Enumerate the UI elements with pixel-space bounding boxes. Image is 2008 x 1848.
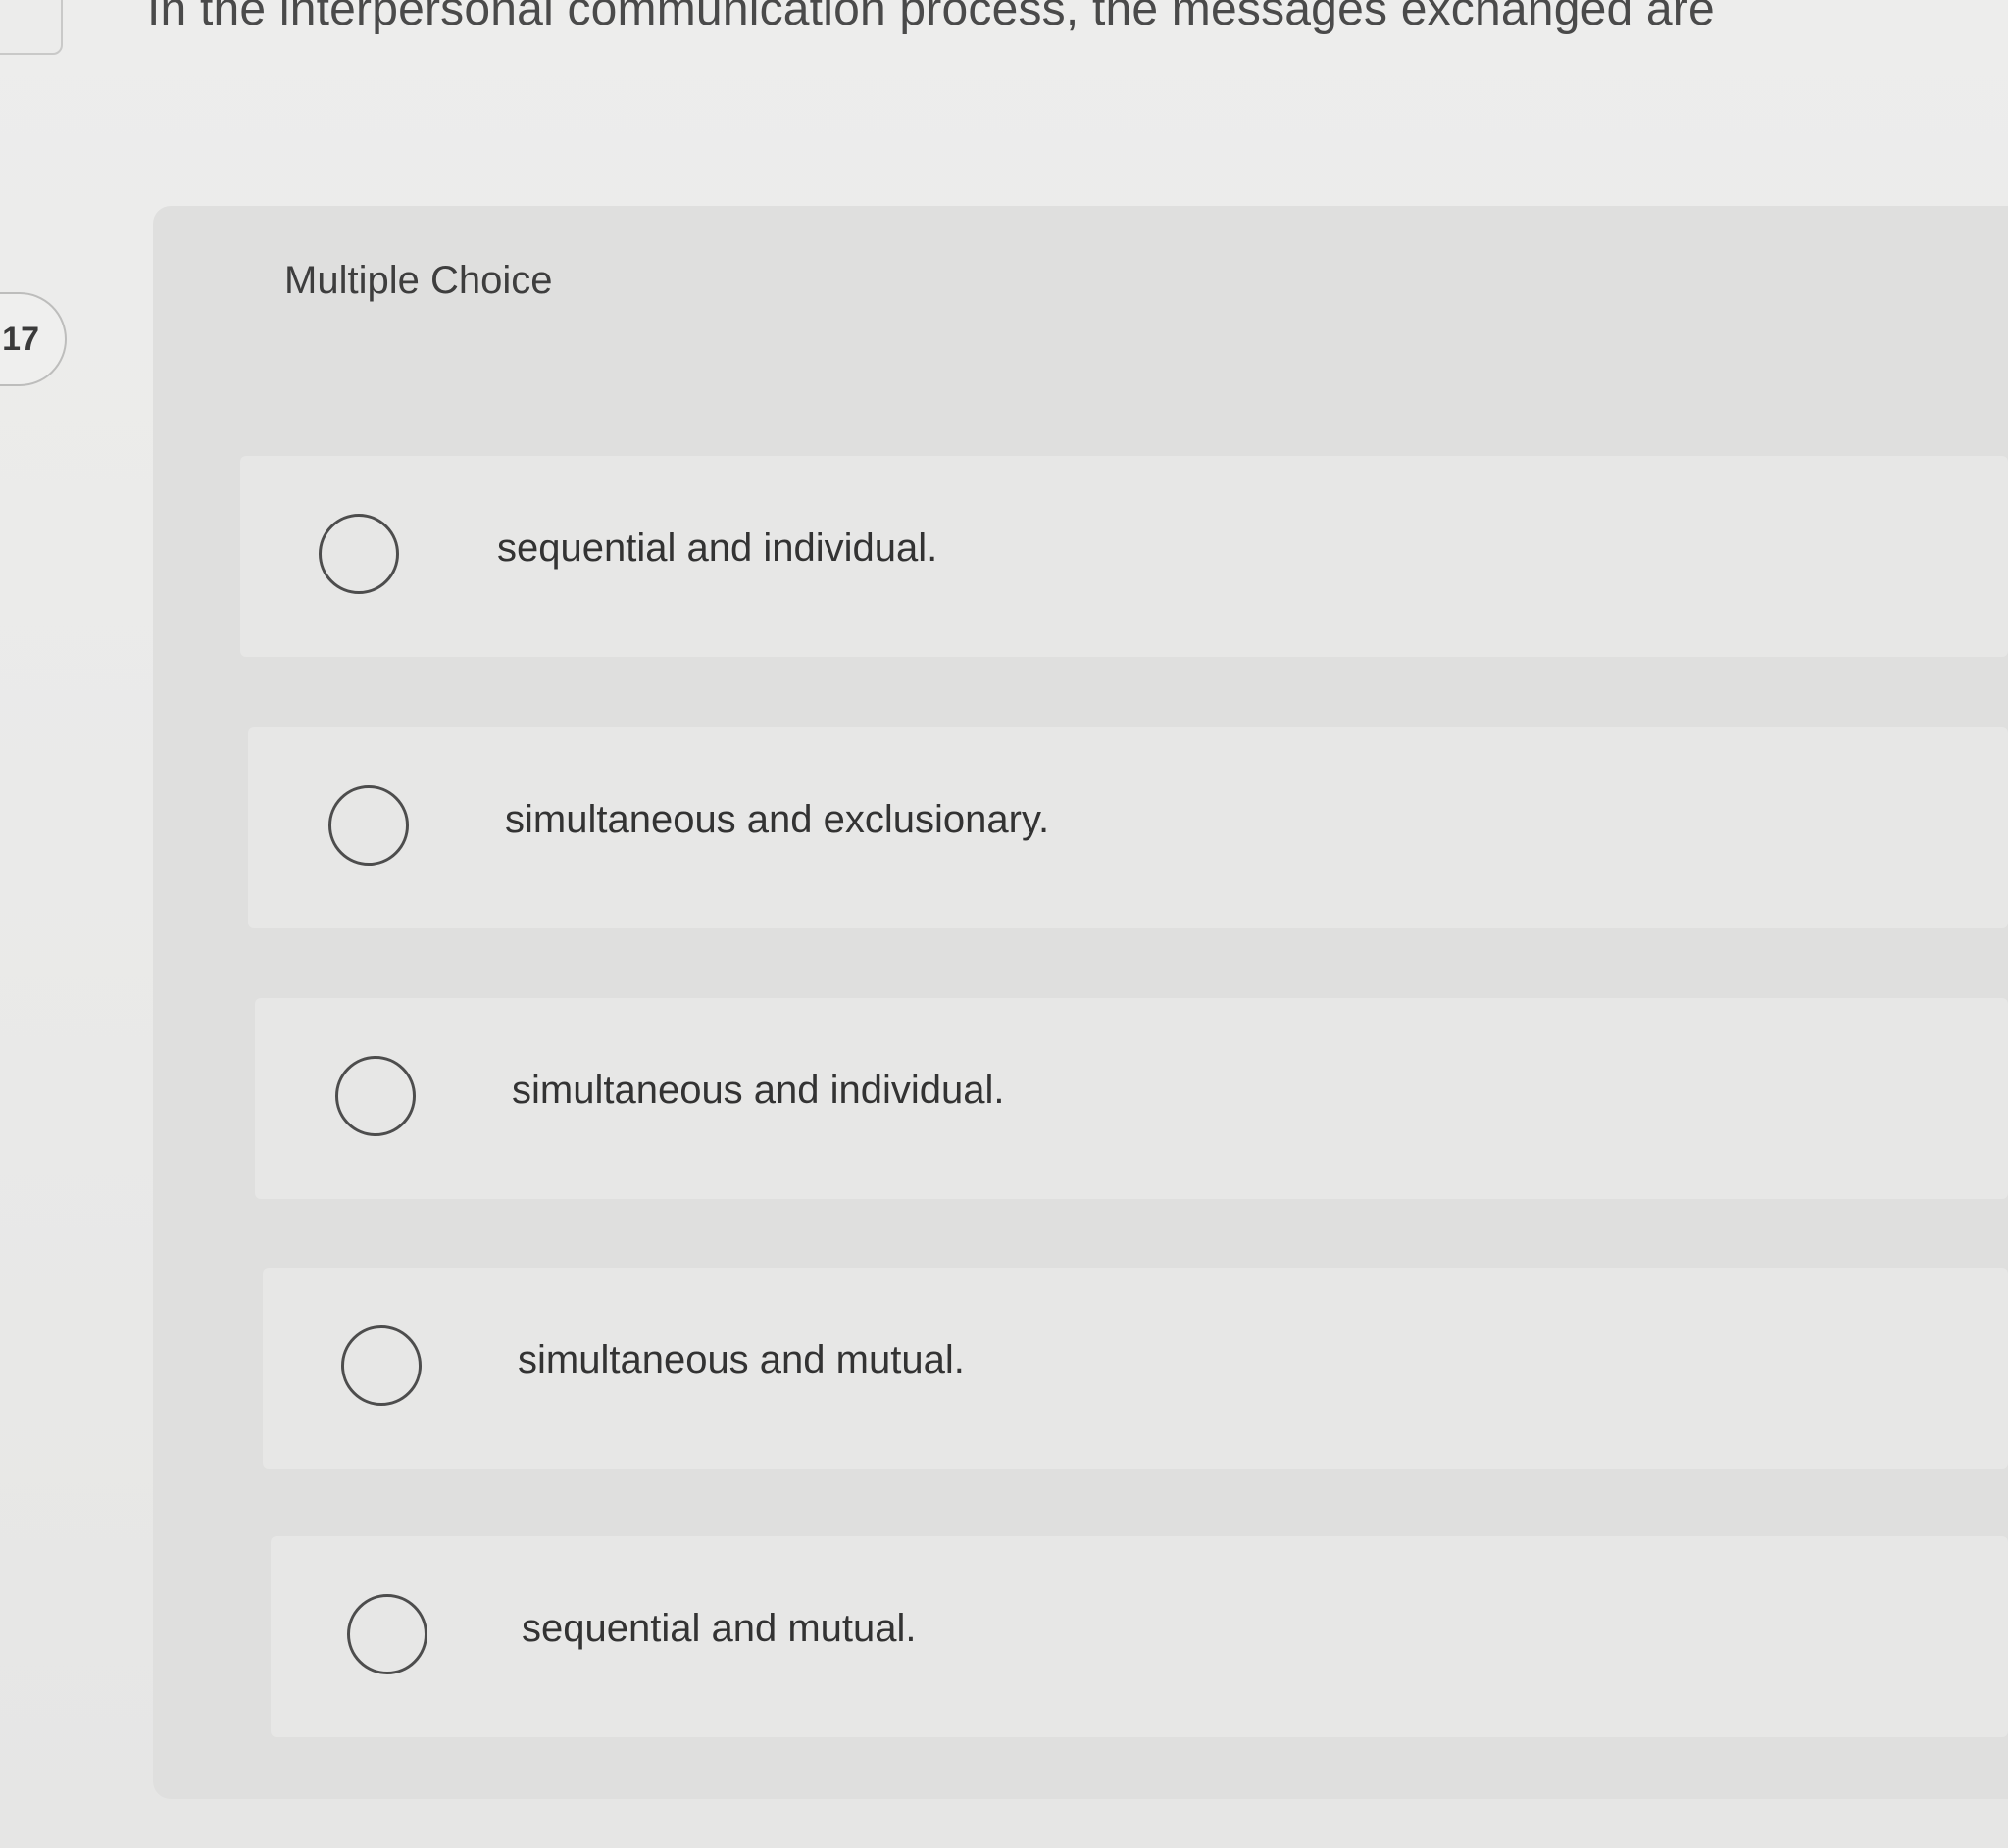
option-e-label: sequential and mutual. [522,1607,917,1650]
option-e[interactable]: sequential and mutual. [271,1536,2008,1737]
radio-button-c[interactable] [335,1056,416,1136]
radio-button-b[interactable] [328,785,409,866]
option-b[interactable]: simultaneous and exclusionary. [248,727,2008,928]
question-text: In the interpersonal communication proce… [147,0,1715,35]
option-c[interactable]: simultaneous and individual. [255,998,2008,1199]
question-number: :17 [0,320,39,358]
question-number-badge[interactable]: :17 [0,292,67,386]
previous-button[interactable] [0,0,63,55]
question-type-label: Multiple Choice [284,259,553,302]
option-c-label: simultaneous and individual. [512,1069,1005,1112]
radio-button-d[interactable] [341,1325,422,1406]
page: In the interpersonal communication proce… [0,0,2008,1848]
option-d[interactable]: simultaneous and mutual. [263,1268,2008,1469]
radio-button-e[interactable] [347,1594,427,1674]
option-a-label: sequential and individual. [497,526,938,570]
option-b-label: simultaneous and exclusionary. [505,798,1050,841]
option-a[interactable]: sequential and individual. [240,456,2008,657]
radio-button-a[interactable] [319,514,399,594]
option-d-label: simultaneous and mutual. [518,1338,965,1381]
